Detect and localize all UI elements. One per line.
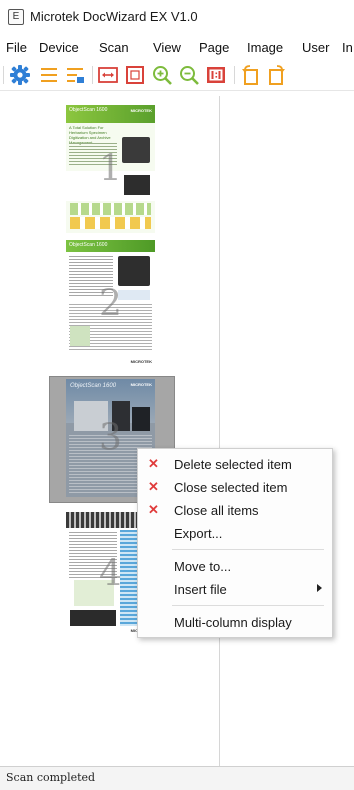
menu-info[interactable]: In bbox=[342, 40, 353, 55]
thumb-heading: ObjectScan 1600 bbox=[69, 107, 108, 113]
photo-caption bbox=[118, 290, 150, 300]
rotate-left-icon[interactable] bbox=[240, 64, 262, 86]
menu-user[interactable]: User bbox=[302, 40, 329, 55]
thumb-heading: ObjectScan 1600 bbox=[69, 242, 108, 248]
zoom-out-icon[interactable] bbox=[178, 64, 200, 86]
close-x-icon: ✕ bbox=[148, 456, 159, 471]
toolbar-separator bbox=[234, 66, 235, 84]
actual-size-icon[interactable] bbox=[205, 64, 227, 86]
menu-item-multi-column[interactable]: Multi-column display bbox=[138, 612, 332, 634]
menu-item-close-selected[interactable]: ✕ Close selected item bbox=[138, 477, 332, 499]
thumb-subheading: A Total Solution For Herbarium Specimen … bbox=[69, 125, 111, 145]
menu-file[interactable]: File bbox=[6, 40, 27, 55]
menu-item-move-to[interactable]: Move to... bbox=[138, 556, 332, 578]
menu-item-delete-selected[interactable]: ✕ Delete selected item bbox=[138, 454, 332, 476]
fit-width-icon[interactable] bbox=[97, 64, 119, 86]
menu-page[interactable]: Page bbox=[199, 40, 229, 55]
menu-item-label: Move to... bbox=[174, 559, 232, 574]
zoom-in-icon[interactable] bbox=[151, 64, 173, 86]
fit-page-icon[interactable] bbox=[124, 64, 146, 86]
device-photo bbox=[124, 175, 150, 195]
status-bar: Scan completed bbox=[0, 766, 354, 790]
thumb-icon-row bbox=[70, 217, 151, 229]
menu-item-label: Close selected item bbox=[174, 480, 288, 495]
app-icon: E bbox=[8, 9, 24, 25]
thumb-brand: MICROTEK bbox=[130, 359, 152, 364]
toolbar-grip bbox=[3, 66, 4, 84]
scanner-photo bbox=[122, 137, 150, 163]
page-number-label: 2 bbox=[99, 283, 122, 324]
page-thumbnail-1[interactable]: ObjectScan 1600 MICROTEK A Total Solutio… bbox=[66, 105, 155, 233]
menu-item-label: Multi-column display bbox=[174, 615, 292, 630]
window-title: Microtek DocWizard EX V1.0 bbox=[30, 9, 198, 24]
menu-item-label: Insert file bbox=[174, 582, 227, 597]
rotate-right-icon[interactable] bbox=[266, 64, 288, 86]
menu-device[interactable]: Device bbox=[39, 40, 79, 55]
list-view-icon[interactable] bbox=[38, 64, 60, 86]
menu-view[interactable]: View bbox=[153, 40, 181, 55]
thumb-icon-row bbox=[70, 203, 151, 215]
menu-item-export[interactable]: Export... bbox=[138, 523, 332, 545]
document-view-pane[interactable] bbox=[220, 96, 354, 766]
submenu-arrow-icon bbox=[317, 584, 322, 592]
menu-item-insert-file[interactable]: Insert file bbox=[138, 579, 332, 601]
page-number-label: 3 bbox=[99, 417, 122, 459]
status-text: Scan completed bbox=[6, 771, 96, 784]
close-x-icon: ✕ bbox=[148, 479, 159, 494]
thumb-brand: MICROTEK bbox=[130, 382, 152, 387]
menu-image[interactable]: Image bbox=[247, 40, 283, 55]
page-thumbnail-2[interactable]: ObjectScan 1600 MICROTEK 2 bbox=[66, 240, 155, 367]
settings-gear-icon[interactable] bbox=[9, 64, 31, 86]
scanner-photo bbox=[118, 256, 150, 286]
menu-bar: File Device Scan View Page Image User In bbox=[0, 38, 354, 58]
device-photo bbox=[70, 610, 116, 626]
menu-scan[interactable]: Scan bbox=[99, 40, 129, 55]
toolbar-separator bbox=[92, 66, 93, 84]
thumb-heading: ObjectScan 1600 bbox=[70, 383, 117, 389]
page-number-label: 4 bbox=[99, 553, 122, 594]
page-number-label: 1 bbox=[99, 148, 122, 190]
product-photo bbox=[132, 407, 150, 431]
menu-separator bbox=[172, 605, 324, 606]
scan-settings-icon[interactable] bbox=[64, 64, 86, 86]
thumb-brand: MICROTEK bbox=[130, 108, 152, 113]
menu-item-label: Export... bbox=[174, 526, 223, 541]
context-menu: ✕ Delete selected item ✕ Close selected … bbox=[137, 448, 333, 638]
title-bar: E Microtek DocWizard EX V1.0 bbox=[0, 0, 354, 34]
menu-item-close-all[interactable]: ✕ Close all items bbox=[138, 500, 332, 522]
menu-separator bbox=[172, 549, 324, 550]
toolbar bbox=[0, 60, 354, 91]
thumb-image bbox=[70, 326, 90, 346]
menu-item-label: Close all items bbox=[174, 503, 259, 518]
menu-item-label: Delete selected item bbox=[174, 457, 292, 472]
close-x-icon: ✕ bbox=[148, 502, 159, 517]
